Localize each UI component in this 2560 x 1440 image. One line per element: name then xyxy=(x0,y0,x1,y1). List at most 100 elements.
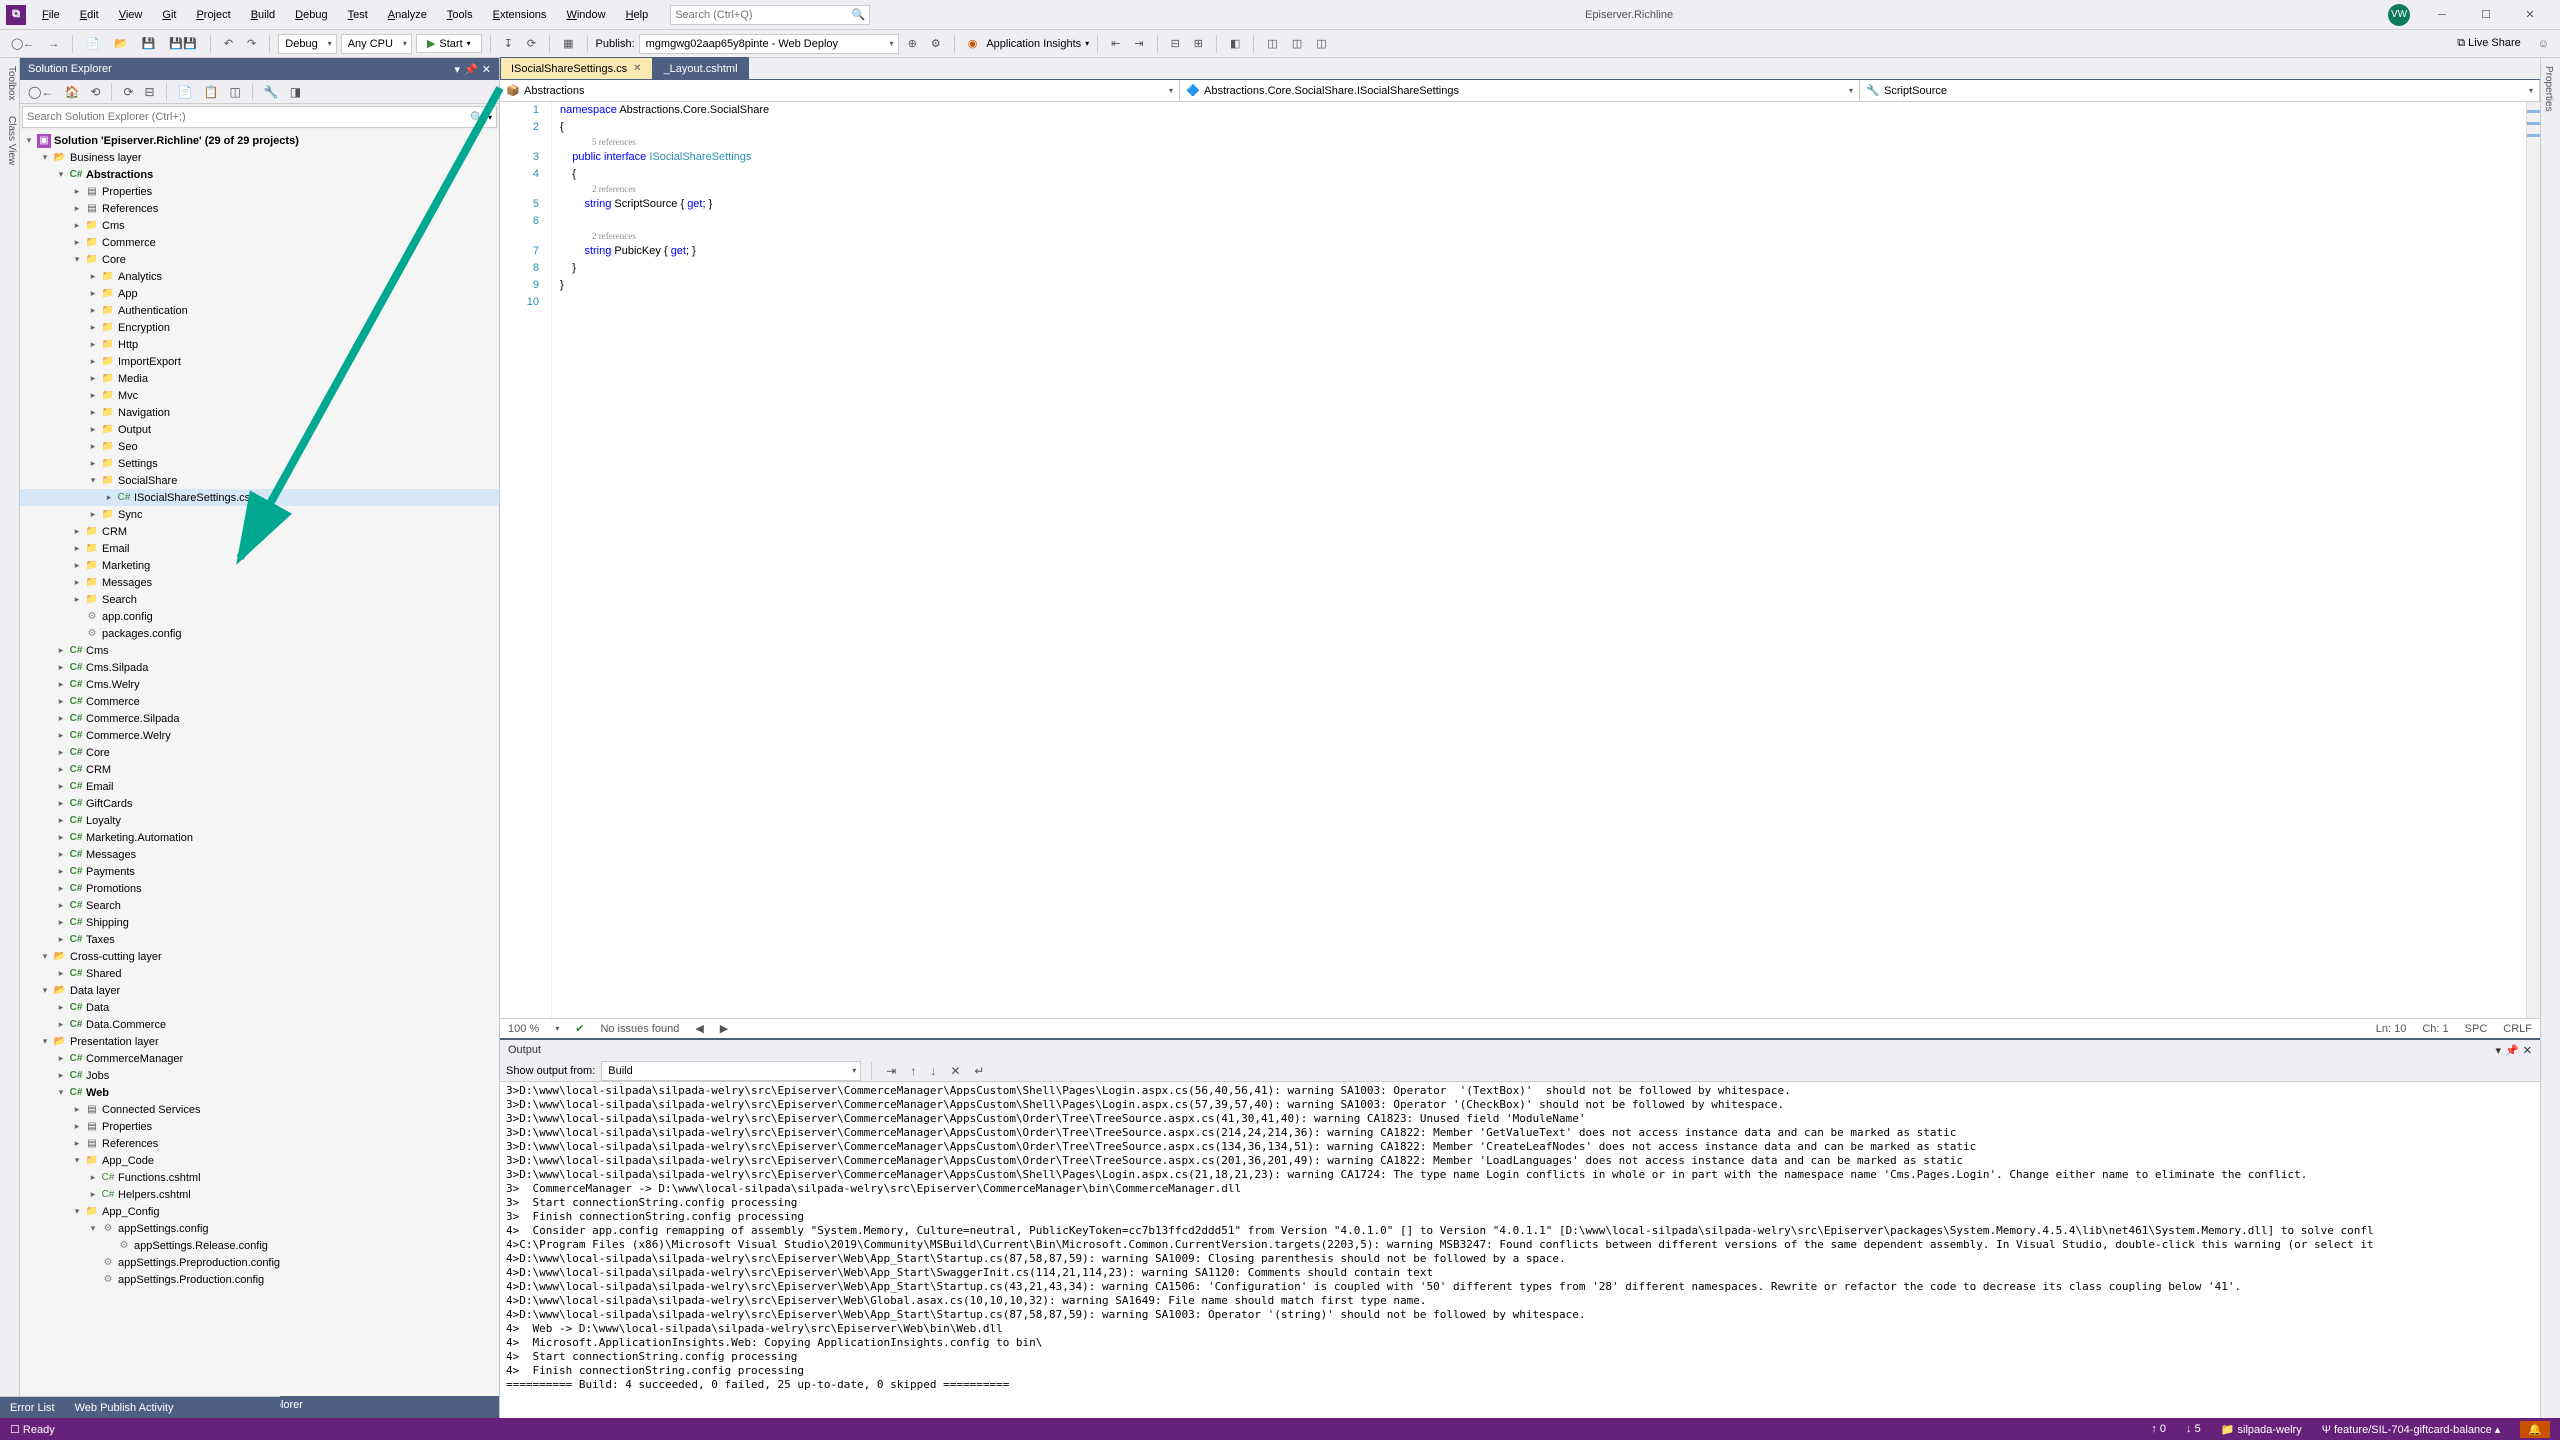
close-button[interactable]: ✕ xyxy=(2508,0,2552,30)
se-refresh-icon[interactable]: ⟳ xyxy=(119,83,137,101)
out-wrap-icon[interactable]: ↵ xyxy=(970,1062,988,1080)
nav-fwd-icon[interactable]: → xyxy=(43,36,64,52)
tree-node-search[interactable]: ▸C#Search xyxy=(20,897,499,914)
tree-node-crm[interactable]: ▸📁CRM xyxy=(20,523,499,540)
se-sync-icon[interactable]: ⟲ xyxy=(86,83,104,101)
git-down[interactable]: ↓ 5 xyxy=(2186,1423,2201,1435)
tree-node-http[interactable]: ▸📁Http xyxy=(20,336,499,353)
twisty-icon[interactable]: ▸ xyxy=(72,1138,82,1149)
indent-label[interactable]: SPC xyxy=(2465,1023,2488,1035)
twisty-icon[interactable]: ▸ xyxy=(56,832,66,843)
twisty-icon[interactable]: ▸ xyxy=(56,815,66,826)
tree-node-shipping[interactable]: ▸C#Shipping xyxy=(20,914,499,931)
twisty-icon[interactable]: ▸ xyxy=(56,747,66,758)
indent-icon[interactable]: ⇤ xyxy=(1106,35,1125,52)
tree-node-cms[interactable]: ▸C#Cms xyxy=(20,642,499,659)
twisty-icon[interactable]: ▸ xyxy=(88,407,98,418)
nav-combo-2[interactable]: 🔧ScriptSource xyxy=(1860,80,2540,101)
appinsights-label[interactable]: Application Insights xyxy=(986,38,1081,50)
tree-node-commercemanager[interactable]: ▸C#CommerceManager xyxy=(20,1050,499,1067)
menu-analyze[interactable]: Analyze xyxy=(378,3,437,27)
twisty-icon[interactable]: ▸ xyxy=(72,237,82,248)
appinsights-icon[interactable]: ◉ xyxy=(963,35,983,52)
tree-node-cms[interactable]: ▸📁Cms xyxy=(20,217,499,234)
issues-label[interactable]: No issues found xyxy=(600,1023,679,1035)
ext3-icon[interactable]: ◫ xyxy=(1311,35,1331,52)
tree-node-helpers-cshtml[interactable]: ▸C#Helpers.cshtml xyxy=(20,1186,499,1203)
out-clear-icon[interactable]: ✕ xyxy=(946,1062,964,1080)
menu-window[interactable]: Window xyxy=(556,3,615,27)
panel-pin-icon[interactable]: 📌 xyxy=(464,63,478,76)
tree-node-data-layer[interactable]: ▾📂Data layer xyxy=(20,982,499,999)
tree-node-email[interactable]: ▸C#Email xyxy=(20,778,499,795)
tree-node-settings[interactable]: ▸📁Settings xyxy=(20,455,499,472)
menu-debug[interactable]: Debug xyxy=(285,3,337,27)
se-back-icon[interactable]: ◯← xyxy=(24,83,57,101)
menu-test[interactable]: Test xyxy=(338,3,378,27)
tree-node-socialshare[interactable]: ▾📁SocialShare xyxy=(20,472,499,489)
show-output-dropdown[interactable]: Build xyxy=(601,1061,861,1081)
se-showall-icon[interactable]: 📄 xyxy=(174,83,197,101)
tab-close-icon[interactable]: ✕ xyxy=(633,63,641,74)
menu-file[interactable]: File xyxy=(32,3,70,27)
codelens[interactable]: 2 references xyxy=(560,230,2540,243)
tree-node-abstractions[interactable]: ▾C#Abstractions xyxy=(20,166,499,183)
out-goto-icon[interactable]: ⇥ xyxy=(882,1062,900,1080)
tree-node-app-code[interactable]: ▾📁App_Code xyxy=(20,1152,499,1169)
twisty-icon[interactable]: ▾ xyxy=(88,475,98,486)
code-editor[interactable]: 12345678910 namespace Abstractions.Core.… xyxy=(500,102,2540,1018)
minimize-button[interactable]: ─ xyxy=(2420,0,2464,30)
twisty-icon[interactable]: ▸ xyxy=(56,934,66,945)
tree-node-appsettings-preproduction-config[interactable]: ⚙appSettings.Preproduction.config xyxy=(20,1254,499,1271)
twisty-icon[interactable]: ▸ xyxy=(56,645,66,656)
nav-back-icon[interactable]: ◯← xyxy=(6,35,39,52)
classview-tab[interactable]: Class View xyxy=(0,108,19,173)
twisty-icon[interactable]: ▸ xyxy=(88,441,98,452)
publish-target-dropdown[interactable]: mgmgwg02aap65y8pinte - Web Deploy xyxy=(639,34,899,54)
quick-search[interactable]: 🔍 xyxy=(670,5,870,25)
tree-node-promotions[interactable]: ▸C#Promotions xyxy=(20,880,499,897)
twisty-icon[interactable]: ▸ xyxy=(56,781,66,792)
twisty-icon[interactable]: ▸ xyxy=(56,713,66,724)
tool-tab-web-publish-activity[interactable]: Web Publish Activity xyxy=(65,1399,184,1417)
nav-combo-0[interactable]: 📦Abstractions xyxy=(500,80,1180,101)
zoom-dropdown[interactable]: 100 % xyxy=(508,1023,539,1035)
twisty-icon[interactable]: ▸ xyxy=(72,1104,82,1115)
twisty-icon[interactable]: ▸ xyxy=(72,543,82,554)
tree-node-payments[interactable]: ▸C#Payments xyxy=(20,863,499,880)
nav-combo-1[interactable]: 🔷Abstractions.Core.SocialShare.ISocialSh… xyxy=(1180,80,1860,101)
twisty-icon[interactable]: ▸ xyxy=(56,900,66,911)
tree-node-crm[interactable]: ▸C#CRM xyxy=(20,761,499,778)
twisty-icon[interactable]: ▾ xyxy=(40,951,50,962)
tree-node-loyalty[interactable]: ▸C#Loyalty xyxy=(20,812,499,829)
twisty-icon[interactable]: ▸ xyxy=(88,288,98,299)
twisty-icon[interactable]: ▸ xyxy=(72,186,82,197)
twisty-icon[interactable]: ▸ xyxy=(88,373,98,384)
se-preview-icon[interactable]: ◨ xyxy=(286,83,305,101)
tree-node-taxes[interactable]: ▸C#Taxes xyxy=(20,931,499,948)
twisty-icon[interactable]: ▸ xyxy=(88,356,98,367)
twisty-icon[interactable]: ▸ xyxy=(56,696,66,707)
twisty-icon[interactable]: ▸ xyxy=(56,730,66,741)
tree-node-commerce[interactable]: ▸C#Commerce xyxy=(20,693,499,710)
tree-node-email[interactable]: ▸📁Email xyxy=(20,540,499,557)
ext1-icon[interactable]: ◫ xyxy=(1262,35,1282,52)
tree-node-data-commerce[interactable]: ▸C#Data.Commerce xyxy=(20,1016,499,1033)
menu-extensions[interactable]: Extensions xyxy=(483,3,557,27)
twisty-icon[interactable]: ▾ xyxy=(72,1155,82,1166)
menu-edit[interactable]: Edit xyxy=(70,3,109,27)
twisty-icon[interactable]: ▾ xyxy=(40,1036,50,1047)
twisty-icon[interactable]: ▾ xyxy=(40,985,50,996)
panel-dropdown-icon[interactable]: ▾ xyxy=(455,63,461,76)
tree-node-appsettings-production-config[interactable]: ⚙appSettings.Production.config xyxy=(20,1271,499,1288)
notifications-icon[interactable]: 🔔 xyxy=(2520,1421,2550,1438)
open-icon[interactable]: 📂 xyxy=(109,35,133,52)
twisty-icon[interactable]: ▸ xyxy=(56,764,66,775)
out-prev-icon[interactable]: ↑ xyxy=(906,1062,920,1080)
tree-node-packages-config[interactable]: ⚙packages.config xyxy=(20,625,499,642)
twisty-icon[interactable]: ▸ xyxy=(72,526,82,537)
twisty-icon[interactable]: ▸ xyxy=(88,458,98,469)
tree-node-mvc[interactable]: ▸📁Mvc xyxy=(20,387,499,404)
twisty-icon[interactable]: ▸ xyxy=(88,339,98,350)
tree-node-app-config[interactable]: ⚙app.config xyxy=(20,608,499,625)
